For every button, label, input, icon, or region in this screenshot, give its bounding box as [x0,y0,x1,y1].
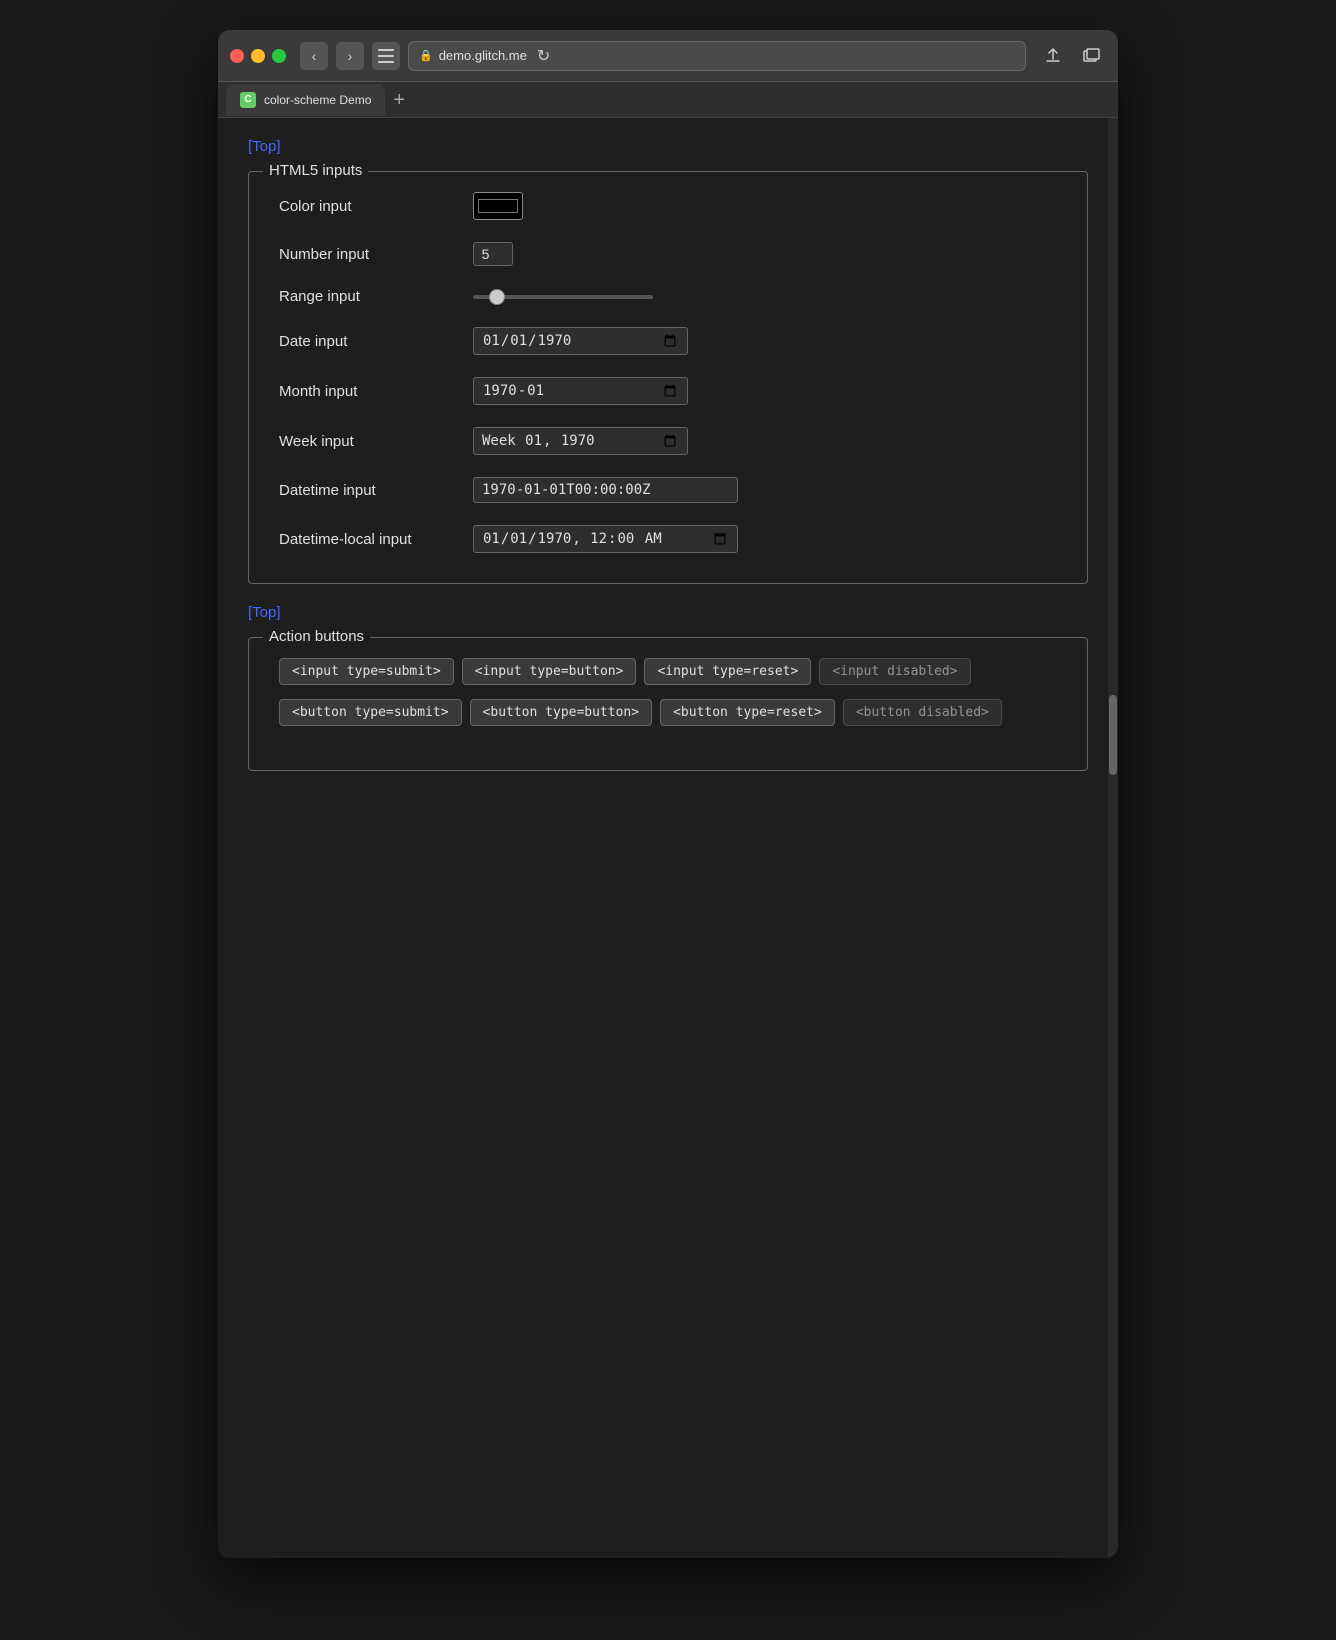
date-input-row: Date input [279,327,1057,355]
date-label: Date input [279,333,459,350]
button-reset-button[interactable]: <button type=reset> [660,699,835,726]
button-submit-button[interactable]: <button type=submit> [279,699,462,726]
button-disabled-button: <button disabled> [843,699,1002,726]
top-link-1[interactable]: [Top] [248,138,281,155]
number-input[interactable] [473,242,513,266]
button-buttons-row: <button type=submit> <button type=button… [279,699,1057,726]
action-buttons-legend: Action buttons [263,628,370,645]
forward-button[interactable]: › [336,42,364,70]
html5-inputs-legend: HTML5 inputs [263,162,368,179]
title-bar: ‹ › 🔒 demo.glitch.me ↻ [218,30,1118,82]
tab-bar: C color-scheme Demo + [218,82,1118,118]
input-disabled-button [819,658,970,685]
month-label: Month input [279,383,459,400]
range-input[interactable] [473,295,653,299]
color-input[interactable] [473,192,523,220]
datetime-label: Datetime input [279,482,459,499]
datetime-local-input[interactable] [473,525,738,553]
sidebar-button[interactable] [372,42,400,70]
top-link-2[interactable]: [Top] [248,604,281,621]
scrollbar[interactable] [1108,118,1118,1558]
input-buttons-row [279,658,1057,685]
button-button-button[interactable]: <button type=button> [470,699,653,726]
week-input-row: Week input [279,427,1057,455]
number-input-row: Number input [279,242,1057,266]
input-submit-button[interactable] [279,658,454,685]
close-button[interactable] [230,49,244,63]
scrollbar-thumb[interactable] [1109,695,1117,775]
number-label: Number input [279,246,459,263]
share-button[interactable] [1038,41,1068,71]
html5-inputs-section: HTML5 inputs Color input Number input Ra… [248,171,1088,584]
range-label: Range input [279,288,459,305]
date-input[interactable] [473,327,688,355]
active-tab[interactable]: C color-scheme Demo [226,84,385,116]
datetime-input-row: Datetime input [279,477,1057,503]
reload-button[interactable]: ↻ [533,46,554,66]
address-text: demo.glitch.me [439,48,527,63]
month-input[interactable] [473,377,688,405]
range-input-row: Range input [279,288,1057,305]
toolbar-icons [1038,41,1106,71]
input-button-button[interactable] [462,658,637,685]
month-input-row: Month input [279,377,1057,405]
tab-favicon: C [240,92,256,108]
new-window-button[interactable] [1076,41,1106,71]
lock-icon: 🔒 [419,49,433,62]
week-label: Week input [279,433,459,450]
input-reset-button[interactable] [644,658,811,685]
address-bar[interactable]: 🔒 demo.glitch.me ↻ [408,41,1026,71]
tab-title: color-scheme Demo [264,93,371,107]
back-button[interactable]: ‹ [300,42,328,70]
datetime-input[interactable] [473,477,738,503]
page-content: [Top] HTML5 inputs Color input Number in… [218,118,1118,1558]
browser-window: ‹ › 🔒 demo.glitch.me ↻ [218,30,1118,1558]
traffic-lights [230,49,286,63]
maximize-button[interactable] [272,49,286,63]
action-buttons-section: Action buttons <button type=submit> <but… [248,637,1088,771]
datetime-local-label: Datetime-local input [279,531,459,548]
new-tab-button[interactable]: + [385,90,413,110]
datetime-local-input-row: Datetime-local input [279,525,1057,553]
color-label: Color input [279,198,459,215]
week-input[interactable] [473,427,688,455]
color-input-row: Color input [279,192,1057,220]
minimize-button[interactable] [251,49,265,63]
number-input-wrapper [473,242,513,266]
